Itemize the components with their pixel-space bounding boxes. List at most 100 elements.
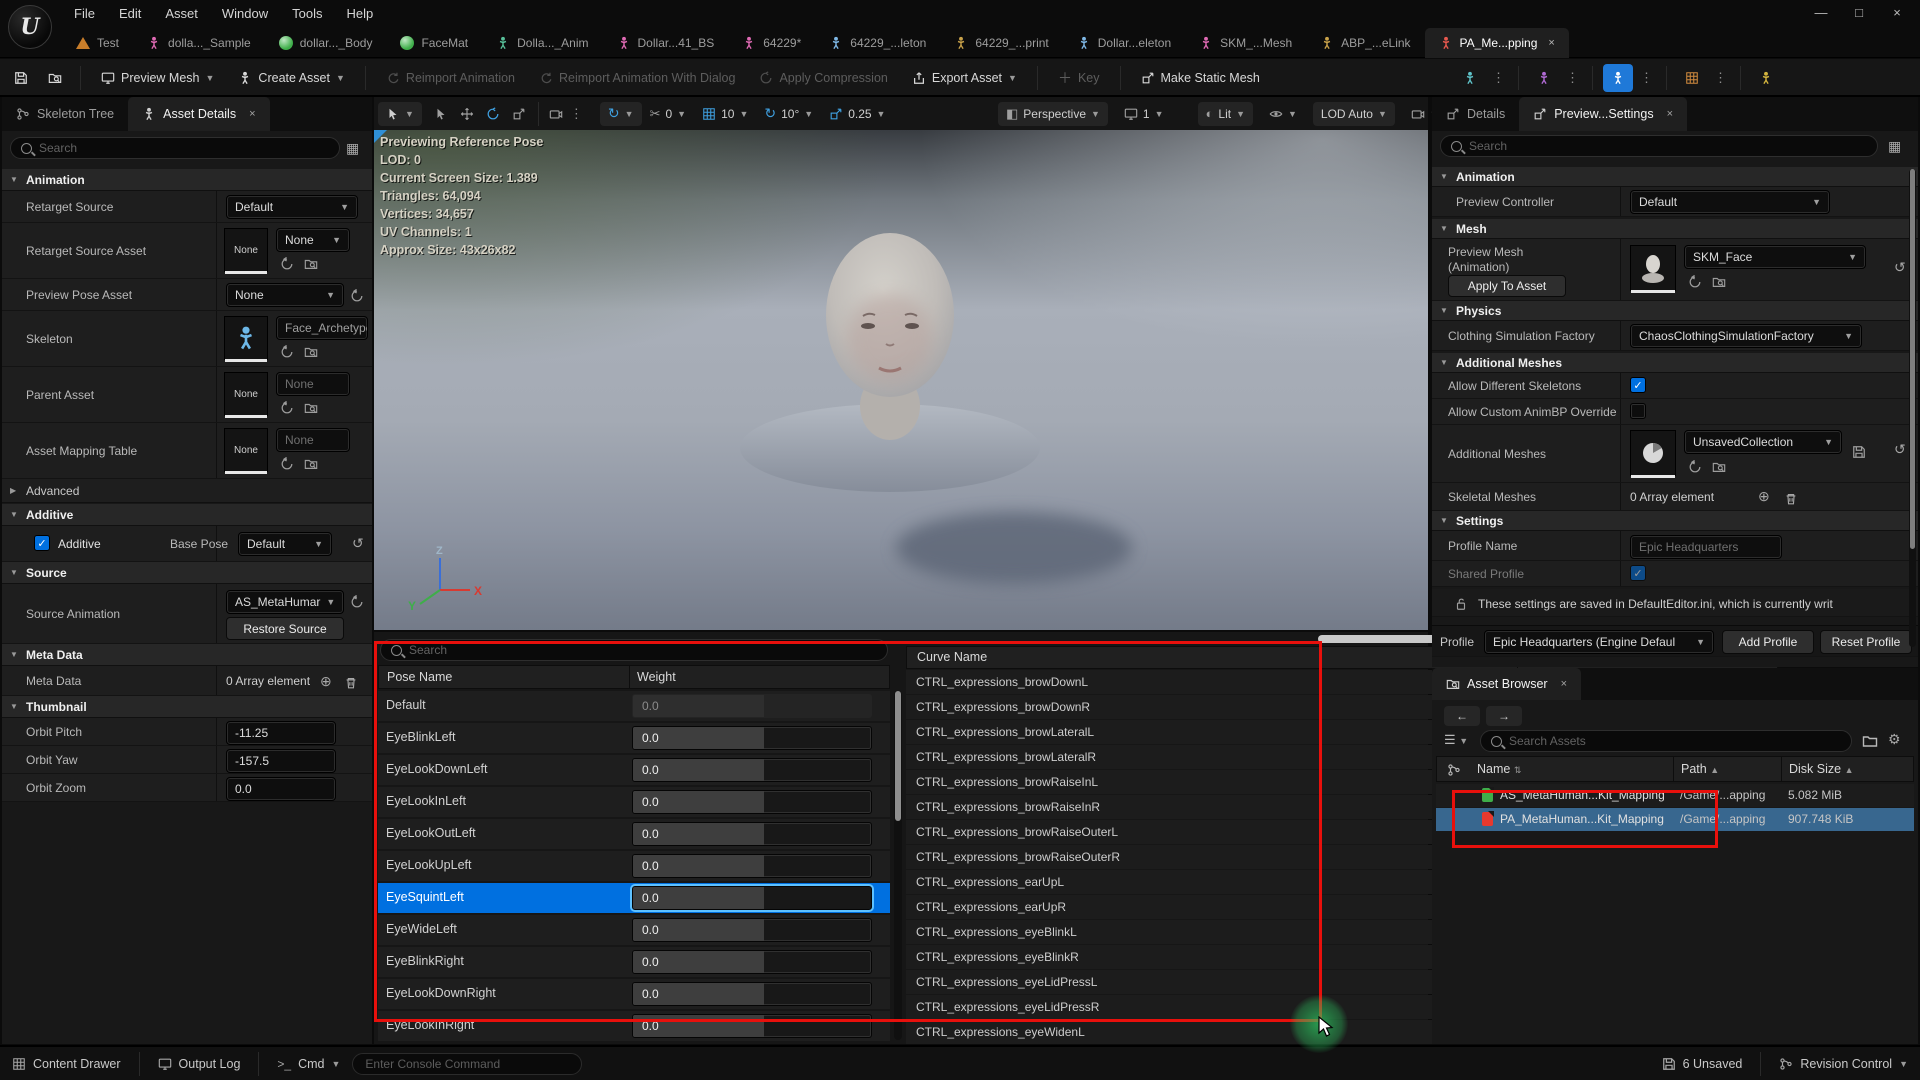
close-tab-icon[interactable]: ×: [1548, 37, 1554, 49]
tab-details[interactable]: Details: [1432, 97, 1519, 131]
output-log-button[interactable]: Output Log: [146, 1047, 253, 1080]
curve-name-column-header[interactable]: Curve Name: [917, 650, 987, 664]
preview-mesh-thumbnail[interactable]: [1630, 245, 1676, 291]
section-source[interactable]: Source: [2, 562, 372, 584]
browse-icon[interactable]: [1712, 458, 1726, 476]
physics-editor-mode-icon[interactable]: [1751, 64, 1781, 92]
animation-mode-options-icon[interactable]: ⋮: [1637, 70, 1656, 86]
profile-name-field[interactable]: Epic Headquarters: [1630, 535, 1782, 559]
pose-row[interactable]: EyeLookDownLeft 0.0: [378, 755, 890, 785]
asset-details-search[interactable]: [10, 137, 340, 159]
save-button[interactable]: [6, 64, 36, 92]
revision-control-button[interactable]: Revision Control ▼: [1767, 1047, 1920, 1080]
retarget-source-dropdown[interactable]: Default▼: [226, 195, 358, 219]
doc-tab[interactable]: dollar..._Body: [265, 28, 387, 58]
allow-custom-animbp-checkbox[interactable]: [1630, 403, 1646, 419]
orbit-pitch-field[interactable]: -11.25: [226, 721, 336, 745]
pose-weight-spinbox[interactable]: 0.0: [632, 950, 872, 974]
apply-to-asset-button[interactable]: Apply To Asset: [1448, 275, 1566, 297]
pose-row[interactable]: EyeLookUpLeft 0.0: [378, 851, 890, 881]
minimize-button[interactable]: —: [1804, 0, 1838, 26]
close-tab-icon[interactable]: ×: [249, 108, 255, 120]
select-tool-icon[interactable]: [428, 106, 454, 122]
blueprint-mode-options-icon[interactable]: ⋮: [1711, 70, 1730, 86]
history-back-button[interactable]: ←: [1444, 706, 1480, 726]
menu-window[interactable]: Window: [210, 0, 280, 28]
section-meta-data[interactable]: Meta Data: [2, 644, 372, 666]
section-animation[interactable]: Animation: [1432, 167, 1918, 187]
section-additive[interactable]: Additive: [2, 504, 372, 526]
viewport-3d-scene[interactable]: Previewing Reference PoseLOD: 0Current S…: [374, 130, 1428, 630]
section-additional-meshes[interactable]: Additional Meshes: [1432, 353, 1918, 373]
search-input[interactable]: [39, 141, 329, 155]
use-selected-icon[interactable]: [350, 593, 364, 611]
additive-checkbox[interactable]: ✓: [34, 535, 50, 551]
doc-tab[interactable]: PA_Me...pping×: [1425, 28, 1569, 58]
skeleton-editor-mode-icon[interactable]: [1455, 64, 1485, 92]
section-mesh[interactable]: Mesh: [1432, 219, 1918, 239]
use-selected-icon[interactable]: [350, 287, 364, 305]
use-selected-icon[interactable]: [280, 255, 294, 273]
settings-search-input[interactable]: [1469, 139, 1867, 153]
pose-row[interactable]: EyeSquintLeft 0.0: [378, 883, 890, 913]
restore-source-button[interactable]: Restore Source: [226, 617, 344, 640]
section-animation[interactable]: Animation: [2, 169, 372, 191]
pose-row[interactable]: EyeBlinkLeft 0.0: [378, 723, 890, 753]
pose-search[interactable]: [380, 639, 888, 661]
preview-pose-asset-dropdown[interactable]: None▼: [226, 283, 344, 307]
section-advanced[interactable]: Advanced: [2, 479, 372, 503]
additional-meshes-dropdown[interactable]: UnsavedCollection▼: [1684, 430, 1842, 454]
pose-weight-spinbox[interactable]: 0.0: [632, 854, 872, 878]
reset-profile-button[interactable]: Reset Profile: [1820, 630, 1912, 654]
key-button[interactable]: ＋Key: [1048, 64, 1110, 92]
pose-weight-spinbox[interactable]: 0.0: [632, 982, 872, 1006]
reset-to-default-icon[interactable]: ↺: [352, 535, 364, 552]
asset-table-header[interactable]: Name ⇅ Path ▲ Disk Size ▲: [1436, 756, 1914, 782]
use-selected-icon[interactable]: [280, 399, 294, 417]
pose-search-input[interactable]: [409, 643, 877, 657]
settings-view-options-icon[interactable]: ▦: [1888, 138, 1901, 155]
settings-scrollbar[interactable]: [1909, 169, 1916, 647]
skeleton-dropdown[interactable]: Face_Archetype▼: [276, 316, 368, 340]
tab-asset-details[interactable]: Asset Details ×: [128, 97, 269, 131]
pose-row[interactable]: EyeLookOutLeft 0.0: [378, 819, 890, 849]
use-selected-icon[interactable]: [1688, 273, 1702, 291]
asset-row[interactable]: PA_MetaHuman...Kit_Mapping /Game/...appi…: [1436, 808, 1914, 831]
pose-weight-spinbox[interactable]: 0.0: [632, 726, 872, 750]
tab-skeleton-tree[interactable]: Skeleton Tree: [2, 97, 128, 131]
doc-tab[interactable]: Dollar...41_BS: [603, 28, 729, 58]
path-column-header[interactable]: Path ▲: [1681, 762, 1719, 776]
rotation-snap-button[interactable]: ↻10°▼: [756, 102, 821, 126]
move-tool-icon[interactable]: [454, 106, 480, 122]
doc-tab[interactable]: 64229*: [728, 28, 815, 58]
clothing-factory-dropdown[interactable]: ChaosClothingSimulationFactory▼: [1630, 324, 1862, 348]
viewport-more-options-icon[interactable]: ⋮: [567, 106, 586, 122]
asset-mapping-table-dropdown[interactable]: None: [276, 428, 350, 452]
section-physics[interactable]: Physics: [1432, 301, 1918, 321]
orbit-yaw-field[interactable]: -157.5: [226, 749, 336, 773]
name-column-header[interactable]: Name ⇅: [1477, 762, 1521, 776]
profile-dropdown[interactable]: Epic Headquarters (Engine Defaul▼: [1484, 630, 1714, 654]
preview-mesh-dropdown[interactable]: SKM_Face▼: [1684, 245, 1866, 269]
doc-tab[interactable]: SKM_...Mesh: [1185, 28, 1306, 58]
history-forward-button[interactable]: →: [1486, 706, 1522, 726]
tab-preview-settings[interactable]: Preview...Settings ×: [1519, 97, 1687, 131]
size-column-header[interactable]: Disk Size ▲: [1789, 762, 1854, 776]
allow-different-skeletons-checkbox[interactable]: ✓: [1630, 377, 1646, 393]
surface-snap-button[interactable]: ✂0▼: [642, 102, 695, 126]
pose-row[interactable]: EyeLookInRight 0.0: [378, 1011, 890, 1041]
animation-editor-mode-icon[interactable]: [1603, 64, 1633, 92]
create-asset-button[interactable]: Create Asset▼: [228, 64, 355, 92]
pose-weight-spinbox[interactable]: 0.0: [632, 1014, 872, 1038]
rotate-tool-icon[interactable]: [480, 106, 506, 122]
pose-row[interactable]: Default 0.0: [378, 691, 890, 721]
menu-edit[interactable]: Edit: [107, 0, 153, 28]
menu-asset[interactable]: Asset: [153, 0, 210, 28]
add-element-icon[interactable]: ⊕: [320, 673, 332, 690]
grid-snap-button[interactable]: 10▼: [694, 102, 756, 126]
export-asset-button[interactable]: Export Asset▼: [902, 64, 1027, 92]
doc-tab[interactable]: Test: [62, 28, 133, 58]
doc-tab[interactable]: 64229_...leton: [815, 28, 940, 58]
pose-weight-spinbox[interactable]: 0.0: [632, 790, 872, 814]
weight-column-header[interactable]: Weight: [637, 670, 676, 684]
